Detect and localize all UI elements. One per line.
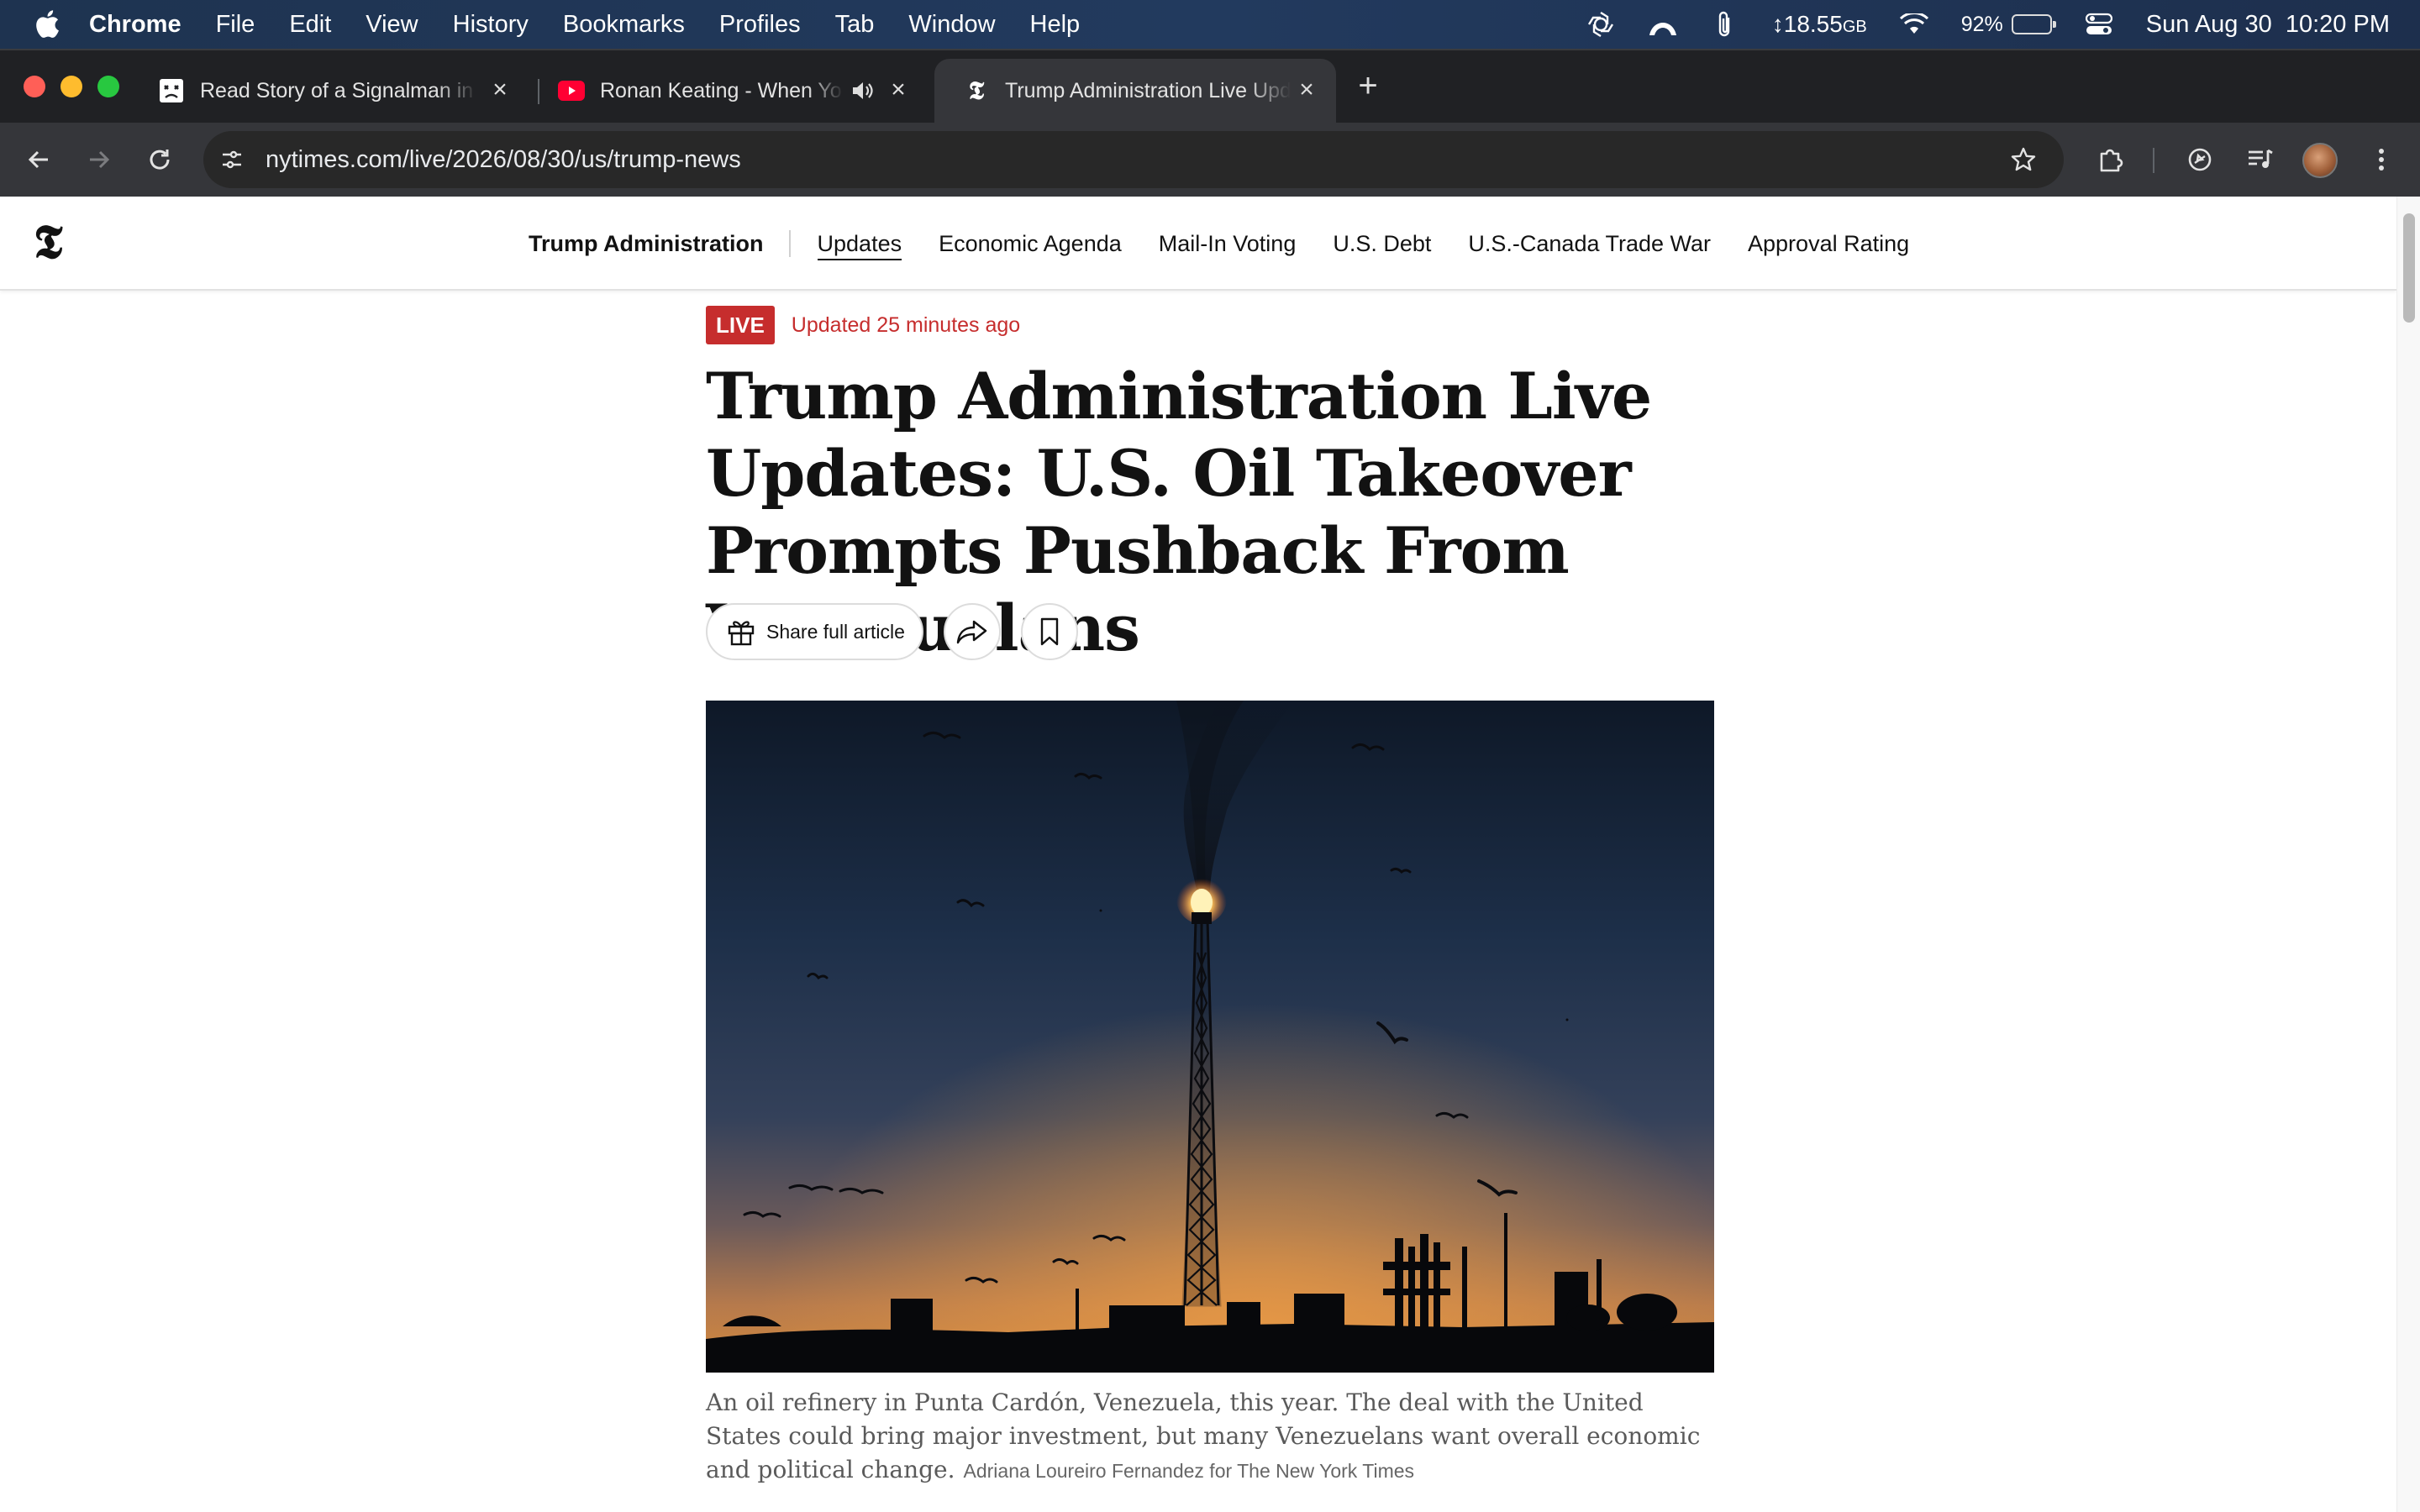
wifi-icon[interactable] [1899,9,1929,39]
tab-youtube[interactable]: Ronan Keating - When You Say Nothing At … [544,59,928,123]
battery-icon [2011,14,2056,34]
site-info-icon[interactable] [213,141,250,178]
close-tab-icon[interactable]: × [487,77,513,102]
article-actions: Share full article [706,603,1078,660]
clock[interactable]: Sun Aug 30 10:20 PM [2146,11,2390,39]
menu-window[interactable]: Window [908,11,995,39]
share-full-article-button[interactable]: Share full article [706,603,923,660]
nyt-header: 𝕿 Trump Administration Updates Economic … [0,197,2396,291]
apple-logo-icon[interactable] [30,8,64,41]
memory-unit: GB [1842,18,1867,36]
menu-file[interactable]: File [216,11,255,39]
menu-app-chrome[interactable]: Chrome [89,11,182,39]
tab-title: Ronan Keating - When You Say Nothing At … [600,78,844,102]
paperclip-icon[interactable] [1710,9,1740,39]
scrollbar[interactable] [2396,197,2420,1512]
web-page: 𝕿 Trump Administration Updates Economic … [0,197,2420,1512]
battery-percent: 92% [1960,12,2003,36]
tab-reader[interactable]: Read Story of a Signalman in × [143,59,529,123]
updated-timestamp: Updated 25 minutes ago [791,312,1021,337]
menu-edit[interactable]: Edit [289,11,331,39]
menu-profiles[interactable]: Profiles [719,11,801,39]
address-bar[interactable]: nytimes.com/live/2026/08/30/us/trump-new… [203,131,2064,188]
close-tab-icon[interactable]: × [1294,77,1319,102]
openai-icon[interactable] [1586,9,1616,39]
nyt-icon: 𝕿 [968,76,985,106]
live-badge: LIVE [706,306,775,344]
nav-us-debt[interactable]: U.S. Debt [1333,227,1431,260]
live-status: LIVE Updated 25 minutes ago [706,306,1020,344]
nav-us-canada-trade-war[interactable]: U.S.-Canada Trade War [1468,227,1711,260]
battery-status[interactable]: 92% [1960,12,2056,37]
share-label: Share full article [766,620,905,643]
close-window-button[interactable] [24,76,45,97]
scrollbar-thumb[interactable] [2403,213,2415,323]
extensions-icon[interactable] [2092,141,2129,178]
share-arrow-icon [956,620,987,644]
section-nav: Trump Administration Updates Economic Ag… [529,197,1946,291]
maximize-window-button[interactable] [97,76,119,97]
extension-leaf-icon[interactable] [2181,141,2218,178]
hero-photo [706,701,1714,1373]
section-title[interactable]: Trump Administration [529,230,791,257]
minimize-window-button[interactable] [60,76,82,97]
menu-help[interactable]: Help [1030,11,1081,39]
menu-bookmarks[interactable]: Bookmarks [563,11,685,39]
memory-value: 18.55 [1783,11,1843,37]
gift-icon [728,621,755,646]
save-bookmark-button[interactable] [1020,603,1078,660]
refinery-flare-photo [706,701,1714,1373]
tab-title: Trump Administration Live Updates [1005,78,1291,102]
nyt-logo-icon[interactable]: 𝕿 [34,217,76,267]
close-tab-icon[interactable]: × [886,77,911,102]
forward-button[interactable] [81,141,118,178]
tab-title: Read Story of a Signalman in [200,78,474,102]
reader-icon [158,77,185,104]
media-controls-icon[interactable] [2242,141,2279,178]
bookmark-star-icon[interactable] [2007,143,2040,176]
photo-caption: An oil refinery in Punta Cardón, Venezue… [706,1386,1714,1488]
menu-view[interactable]: View [366,11,418,39]
reload-button[interactable] [141,141,178,178]
nav-mail-in-voting[interactable]: Mail-In Voting [1159,227,1297,260]
tab-nytimes[interactable]: 𝕿 Trump Administration Live Updates × [934,59,1336,123]
new-tab-button[interactable]: + [1349,67,1386,104]
window-controls [24,76,119,97]
bookmark-icon [1040,617,1059,646]
nav-updates[interactable]: Updates [817,227,902,260]
share-button[interactable] [943,603,1001,660]
profile-avatar[interactable] [2302,143,2338,178]
back-button[interactable] [20,141,57,178]
menu-tab[interactable]: Tab [835,11,875,39]
youtube-icon [558,77,585,104]
photo-credit: Adriana Loureiro Fernandez for The New Y… [963,1460,1415,1482]
browser-toolbar: nytimes.com/live/2026/08/30/us/trump-new… [0,123,2420,197]
more-menu-icon[interactable] [2363,141,2400,178]
tab-strip: Read Story of a Signalman in × Ronan Kea… [0,49,2420,123]
arc-icon[interactable] [1648,9,1678,39]
nav-economic-agenda[interactable]: Economic Agenda [939,227,1122,260]
control-center-icon[interactable] [2084,9,2114,39]
audio-playing-icon[interactable] [850,79,876,104]
macos-menu-bar: Chrome File Edit View History Bookmarks … [0,0,2420,49]
memory-readout[interactable]: ↕18.55GB [1772,11,1867,38]
url-text[interactable]: nytimes.com/live/2026/08/30/us/trump-new… [266,146,741,174]
menu-history[interactable]: History [453,11,529,39]
nav-approval-rating[interactable]: Approval Rating [1748,227,1909,260]
